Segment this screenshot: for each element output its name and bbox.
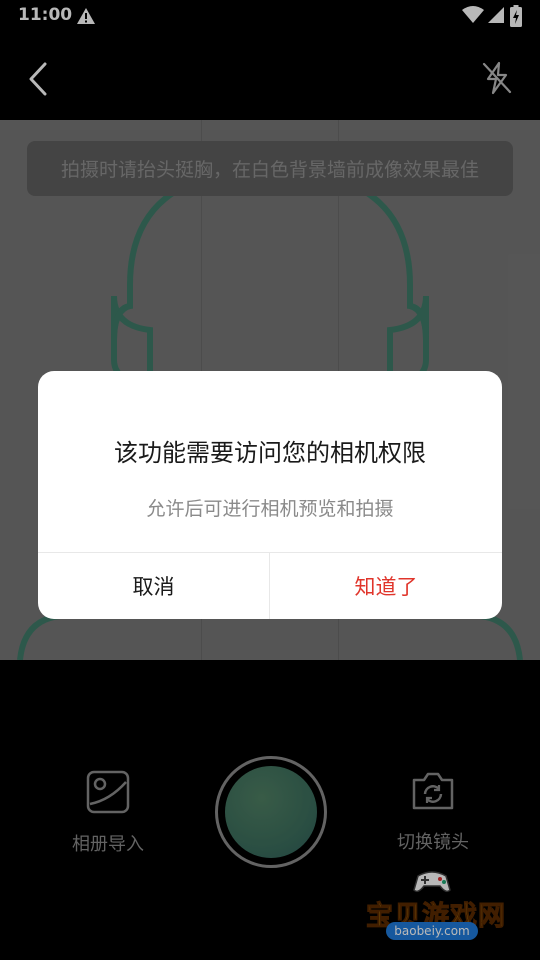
permission-dialog: 该功能需要访问您的相机权限 允许后可进行相机预览和拍摄 取消 知道了: [38, 371, 502, 619]
dialog-title: 该功能需要访问您的相机权限: [114, 439, 426, 467]
cancel-button[interactable]: 取消: [38, 553, 269, 619]
ok-button[interactable]: 知道了: [270, 553, 502, 619]
dialog-message: 允许后可进行相机预览和拍摄: [146, 498, 394, 520]
